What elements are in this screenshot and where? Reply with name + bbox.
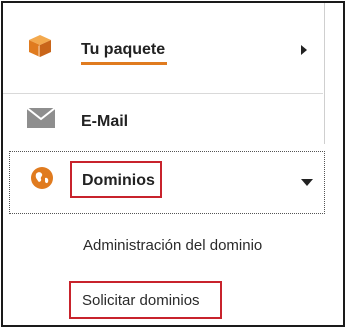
menu-item-email[interactable]: E-Mail [3,93,323,149]
active-underline [81,62,167,65]
submenu-item-request-domains[interactable]: Solicitar dominios [82,292,200,309]
menu-item-email-label: E-Mail [81,113,129,130]
menu-item-package-label: Tu paquete [81,41,166,58]
menu-item-domains[interactable]: Dominios [9,151,325,214]
envelope-icon [26,107,56,128]
globe-icon [30,166,54,190]
menu-item-domains-label: Dominios [82,172,155,189]
caret-down-icon[interactable] [300,174,314,186]
menu-right-divider [324,3,325,144]
menu-item-package[interactable]: Tu paquete [3,15,323,93]
sidebar-menu: Tu paquete E-Mail Dominios Administració… [1,1,345,327]
chevron-right-icon[interactable] [299,43,309,57]
submenu-item-domain-admin[interactable]: Administración del dominio [83,237,262,254]
package-box-icon [27,33,53,59]
